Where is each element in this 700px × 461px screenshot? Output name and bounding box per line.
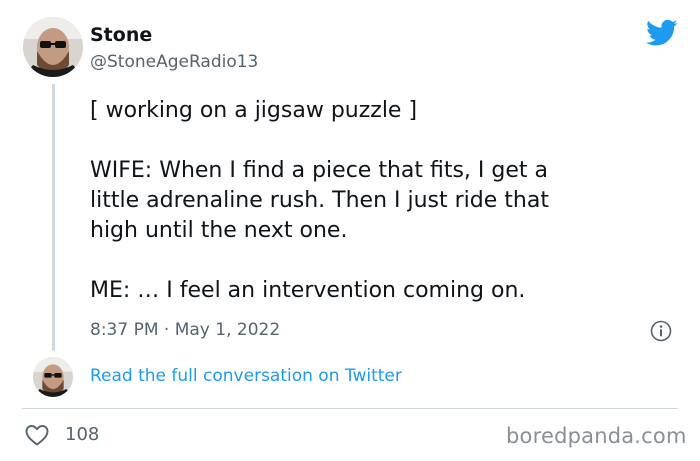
twitter-bird-icon[interactable] bbox=[646, 19, 678, 47]
author-avatar[interactable] bbox=[23, 17, 83, 77]
info-icon[interactable] bbox=[650, 320, 672, 342]
author-display-name[interactable]: Stone bbox=[90, 24, 152, 46]
author-avatar-small[interactable] bbox=[33, 357, 73, 397]
read-full-conversation-link[interactable]: Read the full conversation on Twitter bbox=[90, 366, 402, 386]
tweet-paragraph: [ working on a jigsaw puzzle ] bbox=[90, 98, 418, 123]
tweet-timestamp[interactable]: 8:37 PM · May 1, 2022 bbox=[90, 320, 280, 340]
divider bbox=[22, 408, 678, 409]
heart-icon[interactable] bbox=[24, 423, 50, 447]
thread-connector-line bbox=[52, 84, 55, 351]
boredpanda-watermark: boredpanda.com bbox=[506, 424, 687, 448]
tweet-paragraph: ME: … I feel an intervention coming on. bbox=[90, 278, 526, 303]
tweet-body: [ working on a jigsaw puzzle ] WIFE: Whe… bbox=[90, 96, 680, 306]
avatar-photo bbox=[23, 17, 83, 77]
avatar-photo bbox=[33, 357, 73, 397]
author-handle[interactable]: @StoneAgeRadio13 bbox=[90, 52, 258, 72]
tweet-card: Stone @StoneAgeRadio13 [ working on a ji… bbox=[0, 0, 700, 461]
like-count: 108 bbox=[65, 424, 100, 445]
tweet-paragraph: WIFE: When I find a piece that fits, I g… bbox=[90, 158, 549, 243]
